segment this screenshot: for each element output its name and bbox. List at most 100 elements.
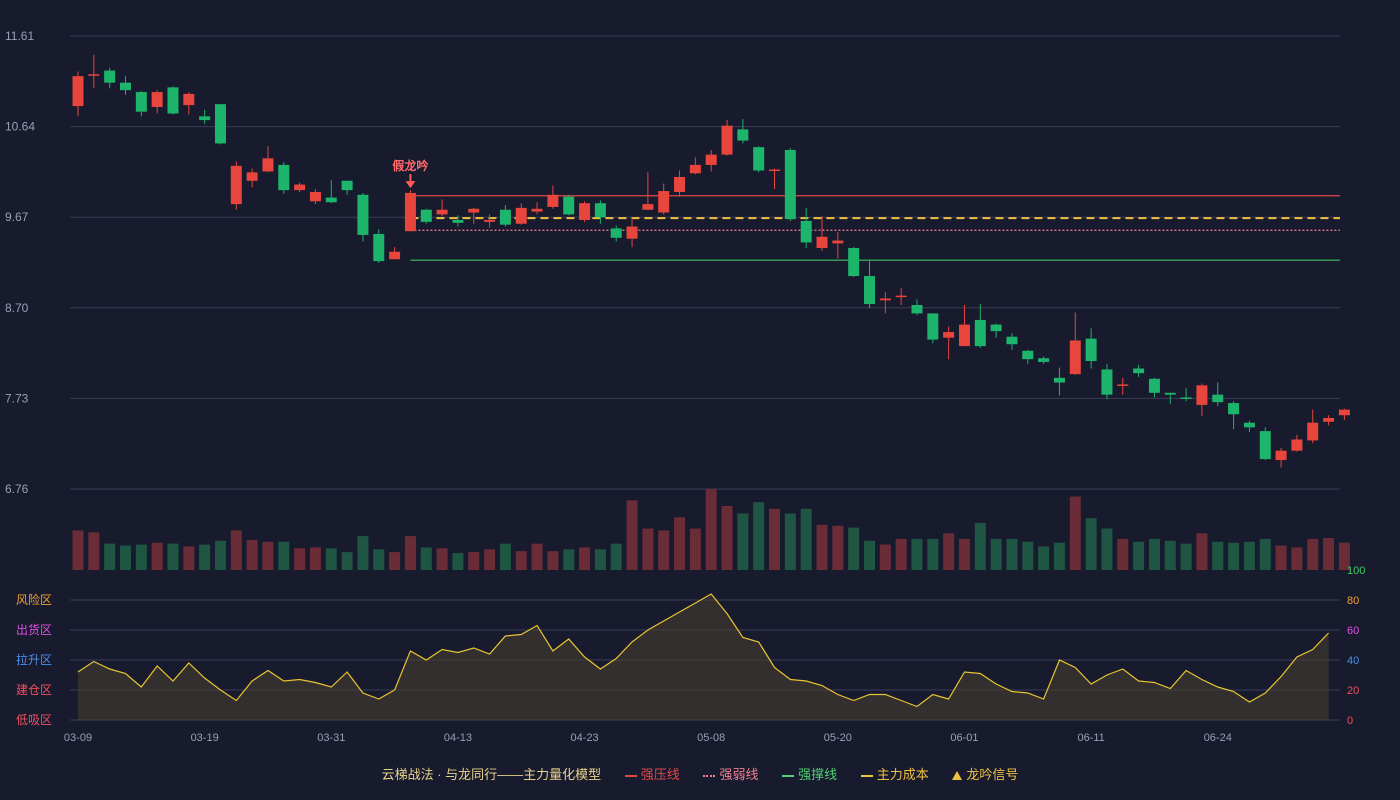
volume-bar <box>784 513 796 570</box>
candle-body <box>246 172 258 181</box>
candle-body <box>737 129 749 141</box>
volume-bar <box>816 524 828 570</box>
volume-bar <box>626 500 638 570</box>
candle-body <box>294 184 306 191</box>
candle-body <box>563 196 575 215</box>
volume-bar <box>309 547 321 570</box>
candle-body <box>72 76 84 107</box>
candle-body <box>1101 369 1113 395</box>
volume-bar <box>1243 541 1255 570</box>
volume-bar <box>705 489 717 570</box>
candle-body <box>1038 358 1050 362</box>
volume-bar <box>167 543 179 570</box>
volume-bar <box>958 538 970 570</box>
legend: 云梯战法 · 与龙同行——主力量化模型 强压线 强弱线 强撑线 主力成本 龙吟信… <box>0 764 1400 783</box>
candle-body <box>1180 397 1192 399</box>
legend-item-dragon-signal[interactable]: 龙吟信号 <box>952 764 1018 783</box>
volume-bar <box>183 546 195 570</box>
candle-body <box>341 180 353 191</box>
candle-body <box>1307 422 1319 441</box>
candle-body <box>1275 450 1287 461</box>
legend-label: 主力成本 <box>876 767 929 782</box>
price-tick-label: 10.64 <box>5 120 35 134</box>
candle-body <box>1196 385 1208 405</box>
candle-body <box>88 74 100 76</box>
candle-body <box>1212 394 1224 403</box>
volume-bar <box>1117 538 1129 570</box>
legend-label: 强弱线 <box>719 767 759 782</box>
candle-body <box>1291 439 1303 451</box>
candle-body <box>1022 350 1034 360</box>
candle-body <box>864 276 875 305</box>
volume-bar <box>468 552 480 570</box>
volume-bar <box>753 502 765 570</box>
candle-body <box>499 209 511 225</box>
candle-body <box>452 220 464 223</box>
price-tick-label: 11.61 <box>5 29 34 43</box>
volume-bar <box>373 549 385 570</box>
volume-bar <box>547 551 559 570</box>
volume-bar <box>911 538 923 570</box>
volume-bar <box>1053 542 1065 570</box>
legend-label: 强压线 <box>640 767 680 782</box>
legend-item-strong-pressure[interactable]: 强压线 <box>624 764 680 783</box>
volume-bar <box>119 545 131 570</box>
volume-bar <box>1022 541 1034 570</box>
candle-body <box>816 236 828 249</box>
volume-bar <box>199 544 211 570</box>
candle-body <box>531 208 543 212</box>
candle-body <box>800 220 812 243</box>
candle-body <box>705 154 717 165</box>
candle-body <box>1164 392 1176 395</box>
candle-body <box>1338 409 1350 416</box>
x-tick-label: 06-11 <box>1077 732 1104 744</box>
volume-bar <box>1180 543 1192 570</box>
candle-body <box>1243 422 1255 428</box>
candle-body <box>515 207 527 224</box>
legend-item-strong-support[interactable]: 强撑线 <box>782 764 837 783</box>
arrow-down-icon <box>405 181 416 189</box>
volume-bar <box>230 530 242 570</box>
volume-bar <box>452 553 464 570</box>
volume-bar <box>135 544 147 570</box>
volume-bar <box>484 549 496 570</box>
volume-bar <box>895 538 907 570</box>
volume-bar <box>325 548 337 570</box>
candle-body <box>373 234 385 262</box>
volume-bar <box>927 538 939 570</box>
candle-body <box>262 158 274 172</box>
volume-bar <box>848 527 860 570</box>
volume-bar <box>88 532 100 570</box>
x-tick-label: 06-01 <box>950 732 978 744</box>
candle-body <box>911 304 923 314</box>
chart-stage: 11.61 10.64 9.67 8.70 7.73 6.76 100 80 60 40 20 0 风险… <box>0 0 1400 800</box>
candle-body <box>484 220 496 222</box>
triangle-icon <box>952 771 963 781</box>
legend-item-main-cost[interactable]: 主力成本 <box>860 764 929 783</box>
volume-bar <box>943 533 955 570</box>
candle-body <box>278 164 290 191</box>
volume-bar <box>515 551 527 570</box>
candle-body <box>151 92 163 107</box>
volume-bar <box>610 543 622 570</box>
zone-label: 拉升区 <box>16 652 52 667</box>
volume-bar <box>294 548 306 570</box>
signal-annotation-label: 假龙吟 <box>392 158 428 173</box>
volume-bar <box>1164 540 1176 570</box>
volume-bar <box>864 540 875 570</box>
volume-bar <box>832 525 844 570</box>
candle-body <box>1133 368 1145 374</box>
candle-body <box>721 125 733 155</box>
price-tick-label: 6.76 <box>5 482 29 496</box>
volume-bar <box>531 543 543 570</box>
candle-body <box>1085 338 1097 362</box>
candle-body <box>1069 340 1081 375</box>
indicator-tick-label: 20 <box>1347 685 1359 697</box>
candle-body <box>357 194 369 235</box>
volume-bar <box>579 547 591 570</box>
candle-body <box>579 203 591 221</box>
indicator-tick-label: 100 <box>1347 565 1365 577</box>
candle-body <box>753 147 765 171</box>
x-tick-label: 03-31 <box>317 732 345 744</box>
legend-item-strong-weak[interactable]: 强弱线 <box>703 764 758 783</box>
